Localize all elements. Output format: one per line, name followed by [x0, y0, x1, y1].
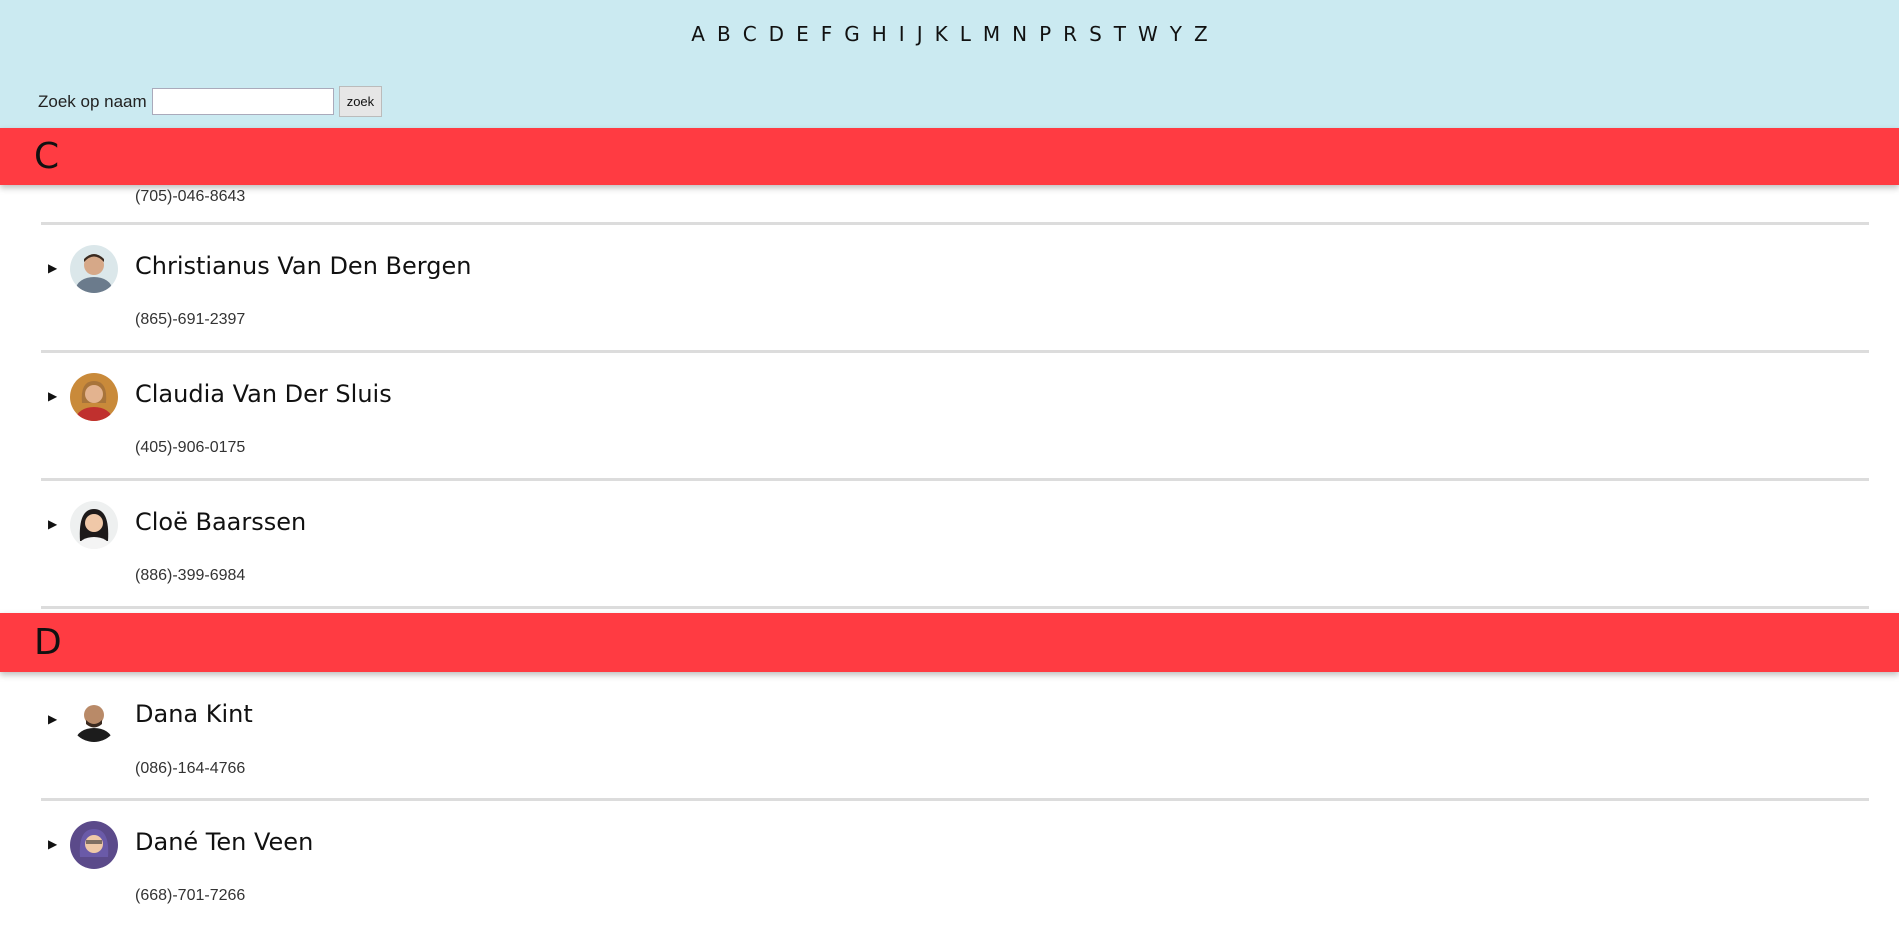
contact-row[interactable]: ▶ Cloë Baarssen (886)-399-6984 — [41, 481, 1869, 609]
alpha-link-p[interactable]: P — [1033, 22, 1057, 46]
alpha-link-g[interactable]: G — [838, 22, 866, 46]
section-letter: C — [34, 136, 60, 177]
contact-row[interactable]: ▶ Claudia Van Der Sluis (405)-906-0175 — [41, 353, 1869, 481]
alpha-link-h[interactable]: H — [866, 22, 893, 46]
alpha-link-k[interactable]: K — [929, 22, 954, 46]
alpha-link-n[interactable]: N — [1006, 22, 1033, 46]
alpha-link-b[interactable]: B — [711, 22, 737, 46]
contact-phone: (086)-164-4766 — [135, 760, 246, 777]
expand-triangle-icon[interactable]: ▶ — [48, 389, 57, 403]
expand-triangle-icon[interactable]: ▶ — [48, 261, 57, 275]
contact-row[interactable]: ▶ Dana Kint (086)-164-4766 — [41, 672, 1869, 801]
avatar — [70, 821, 118, 869]
contact-row[interactable]: ▶ Dané Ten Veen (668)-701-7266 — [41, 801, 1869, 926]
contact-name: Claudia Van Der Sluis — [135, 380, 392, 408]
avatar — [70, 694, 118, 742]
avatar — [70, 245, 118, 293]
avatar — [70, 501, 118, 549]
alpha-link-s[interactable]: S — [1083, 22, 1108, 46]
contact-name: Dané Ten Veen — [135, 828, 314, 856]
alpha-link-c[interactable]: C — [737, 22, 763, 46]
avatar — [70, 373, 118, 421]
alpha-link-a[interactable]: A — [685, 22, 711, 46]
alpha-link-r[interactable]: R — [1057, 22, 1083, 46]
contact-phone: (668)-701-7266 — [135, 887, 246, 904]
contact-phone: (705)-046-8643 — [135, 188, 246, 205]
alpha-link-m[interactable]: M — [977, 22, 1006, 46]
contact-row[interactable]: ▶ Christianus Van Den Bergen (865)-691-2… — [41, 225, 1869, 353]
search-bar: Zoek op naam zoek — [38, 86, 383, 117]
search-button[interactable]: zoek — [338, 86, 383, 117]
alpha-link-i[interactable]: I — [893, 22, 911, 46]
alpha-link-y[interactable]: Y — [1164, 22, 1188, 46]
contact-name: Christianus Van Den Bergen — [135, 252, 472, 280]
alpha-link-j[interactable]: J — [911, 22, 929, 46]
alpha-link-w[interactable]: W — [1132, 22, 1164, 46]
section-header-d: D — [0, 613, 1899, 672]
alpha-link-l[interactable]: L — [954, 22, 977, 46]
expand-triangle-icon[interactable]: ▶ — [48, 837, 57, 851]
section-header-c: C — [0, 128, 1899, 185]
header: A B C D E F G H I J K L M N P R S T W Y … — [0, 0, 1899, 128]
alpha-link-z[interactable]: Z — [1188, 22, 1214, 46]
alpha-link-d[interactable]: D — [763, 22, 790, 46]
contact-phone: (865)-691-2397 — [135, 311, 246, 328]
contact-name: Cloë Baarssen — [135, 508, 307, 536]
search-label: Zoek op naam — [38, 91, 147, 111]
search-input[interactable] — [151, 88, 334, 115]
alpha-link-t[interactable]: T — [1108, 22, 1132, 46]
section-letter: D — [34, 622, 62, 663]
alphabet-nav: A B C D E F G H I J K L M N P R S T W Y … — [0, 22, 1899, 46]
contact-phone: (886)-399-6984 — [135, 567, 246, 584]
expand-triangle-icon[interactable]: ▶ — [48, 517, 57, 531]
alpha-link-f[interactable]: F — [815, 22, 839, 46]
expand-triangle-icon[interactable]: ▶ — [48, 712, 57, 726]
contact-name: Dana Kint — [135, 700, 253, 728]
contact-phone: (405)-906-0175 — [135, 439, 246, 456]
alpha-link-e[interactable]: E — [790, 22, 815, 46]
